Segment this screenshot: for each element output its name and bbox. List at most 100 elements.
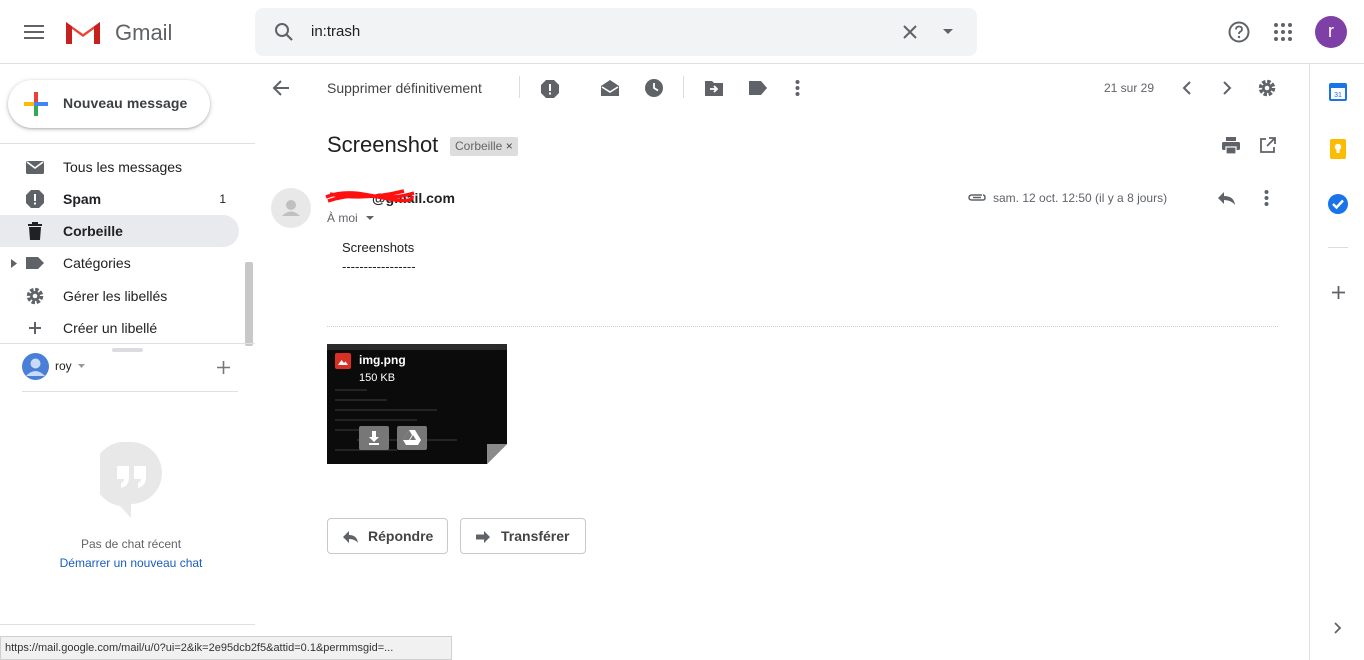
- sidebar-item-label: Corbeille: [63, 223, 123, 239]
- plus-icon: [25, 318, 45, 338]
- main-menu-icon[interactable]: [24, 23, 44, 41]
- label-chip-text: Corbeille: [455, 139, 503, 153]
- next-page-icon[interactable]: [1223, 81, 1232, 95]
- body-line: -----------------: [342, 259, 416, 274]
- account-avatar[interactable]: r: [1315, 16, 1347, 48]
- sidebar-item-trash[interactable]: Corbeille: [0, 215, 239, 247]
- apps-grid-icon[interactable]: [1274, 23, 1292, 41]
- image-file-icon: [335, 353, 351, 369]
- status-dropdown-icon[interactable]: [78, 364, 85, 368]
- compose-plus-icon: [24, 92, 48, 116]
- get-addons-plus-icon[interactable]: [1332, 286, 1345, 299]
- spam-icon: [25, 189, 45, 209]
- expand-panel-chevron-icon[interactable]: [1334, 622, 1342, 634]
- details-dropdown-icon[interactable]: [366, 216, 374, 220]
- move-to-icon[interactable]: [704, 79, 724, 97]
- recipient-text: À moi: [327, 211, 358, 225]
- toolbar-separator: [519, 76, 520, 98]
- delete-forever-button[interactable]: Supprimer définitivement: [327, 80, 482, 96]
- hangouts-user-name[interactable]: roy: [55, 359, 72, 373]
- more-actions-icon[interactable]: [795, 80, 800, 96]
- sidebar-item-all-mail[interactable]: Tous les messages: [0, 151, 239, 183]
- label-icon: [25, 253, 45, 273]
- previous-page-icon[interactable]: [1182, 81, 1191, 95]
- gear-icon: [25, 286, 45, 306]
- recipient-line[interactable]: À moi: [327, 211, 358, 225]
- svg-text:31: 31: [1334, 92, 1342, 99]
- reply-button[interactable]: Répondre: [327, 518, 448, 554]
- sidebar-divider: [0, 343, 255, 344]
- resize-handle[interactable]: [112, 348, 143, 352]
- mark-unread-icon[interactable]: [600, 79, 620, 97]
- new-chat-plus-icon[interactable]: [217, 361, 230, 374]
- help-icon[interactable]: [1228, 21, 1250, 43]
- back-arrow-icon[interactable]: [272, 79, 290, 97]
- drive-icon: [403, 430, 421, 445]
- user-avatar[interactable]: [22, 353, 49, 380]
- snooze-clock-icon[interactable]: [644, 78, 664, 98]
- hangouts-quote-icon: [100, 442, 162, 518]
- all-mail-icon: [25, 157, 45, 177]
- clear-search-icon[interactable]: [903, 25, 917, 39]
- label-as-icon[interactable]: [748, 80, 768, 96]
- open-new-window-icon[interactable]: [1259, 137, 1276, 154]
- search-options-dropdown-icon[interactable]: [943, 29, 953, 35]
- gmail-wordmark: Gmail: [115, 20, 173, 45]
- body-line: Screenshots: [342, 240, 415, 255]
- browser-status-url: https://mail.google.com/mail/u/0?ui=2&ik…: [0, 636, 452, 660]
- redaction-scribble: [324, 189, 416, 203]
- top-bar: Gmail in:trash r: [0, 0, 1364, 64]
- expand-arrow-icon[interactable]: [11, 259, 17, 268]
- attachment-divider: [327, 326, 1278, 327]
- reply-label: Répondre: [368, 528, 434, 544]
- chat-divider: [22, 391, 238, 392]
- reply-arrow-icon: [343, 531, 358, 543]
- forward-arrow-icon: [476, 531, 490, 543]
- sidebar-footer-divider: [0, 624, 255, 625]
- remove-label-icon[interactable]: ×: [506, 139, 513, 153]
- save-to-drive-button[interactable]: [397, 426, 427, 450]
- download-button[interactable]: [359, 426, 389, 450]
- message-date: sam. 12 oct. 12:50 (il y a 8 jours): [993, 191, 1168, 205]
- attachment-paperclip-icon: [967, 192, 987, 203]
- sidebar-item-label: Catégories: [63, 255, 131, 271]
- message-subject: Screenshot: [327, 132, 439, 157]
- compose-button[interactable]: Nouveau message: [8, 80, 210, 128]
- message-body: Screenshots -----------------: [342, 238, 416, 276]
- settings-gear-icon[interactable]: [1257, 78, 1277, 98]
- search-bar[interactable]: in:trash: [255, 8, 977, 56]
- keep-icon[interactable]: [1330, 139, 1346, 159]
- sidebar-item-label: Gérer les libellés: [63, 288, 168, 304]
- label-chip-trash: Corbeille ×: [450, 137, 518, 156]
- no-recent-chat-text: Pas de chat récent: [80, 537, 182, 551]
- sidebar-scrollbar[interactable]: [245, 262, 253, 346]
- gmail-logo[interactable]: [64, 18, 102, 46]
- reply-icon[interactable]: [1217, 191, 1236, 206]
- calendar-icon[interactable]: 31: [1329, 83, 1347, 101]
- sender-avatar[interactable]: [271, 188, 311, 228]
- rail-divider: [1328, 247, 1348, 248]
- sidebar-divider: [0, 143, 255, 144]
- attachment-card[interactable]: img.png 150 KB: [327, 344, 507, 464]
- sidebar-item-categories[interactable]: Catégories: [0, 247, 239, 279]
- sidebar-item-manage-labels[interactable]: Gérer les libellés: [0, 280, 239, 312]
- toolbar-separator: [683, 76, 684, 98]
- attachment-name: img.png: [359, 353, 406, 367]
- sidebar-item-label: Tous les messages: [63, 159, 183, 175]
- pagination-text: 21 sur 29: [1104, 81, 1155, 95]
- search-icon[interactable]: [274, 22, 294, 42]
- message-more-icon[interactable]: [1264, 190, 1269, 206]
- forward-label: Transférer: [501, 528, 570, 544]
- print-icon[interactable]: [1222, 137, 1240, 154]
- trash-icon: [25, 221, 45, 241]
- side-panel-rail: 31: [1309, 64, 1364, 660]
- search-input[interactable]: in:trash: [311, 23, 360, 40]
- sidebar-item-create-label[interactable]: Créer un libellé: [0, 312, 239, 344]
- forward-button[interactable]: Transférer: [460, 518, 586, 554]
- download-icon: [369, 431, 379, 445]
- sidebar-item-label: Créer un libellé: [63, 320, 158, 336]
- report-spam-icon[interactable]: [540, 79, 560, 99]
- tasks-icon[interactable]: [1328, 194, 1348, 214]
- sidebar-item-spam[interactable]: Spam 1: [0, 183, 239, 215]
- start-new-chat-link[interactable]: Démarrer un nouveau chat: [0, 556, 262, 570]
